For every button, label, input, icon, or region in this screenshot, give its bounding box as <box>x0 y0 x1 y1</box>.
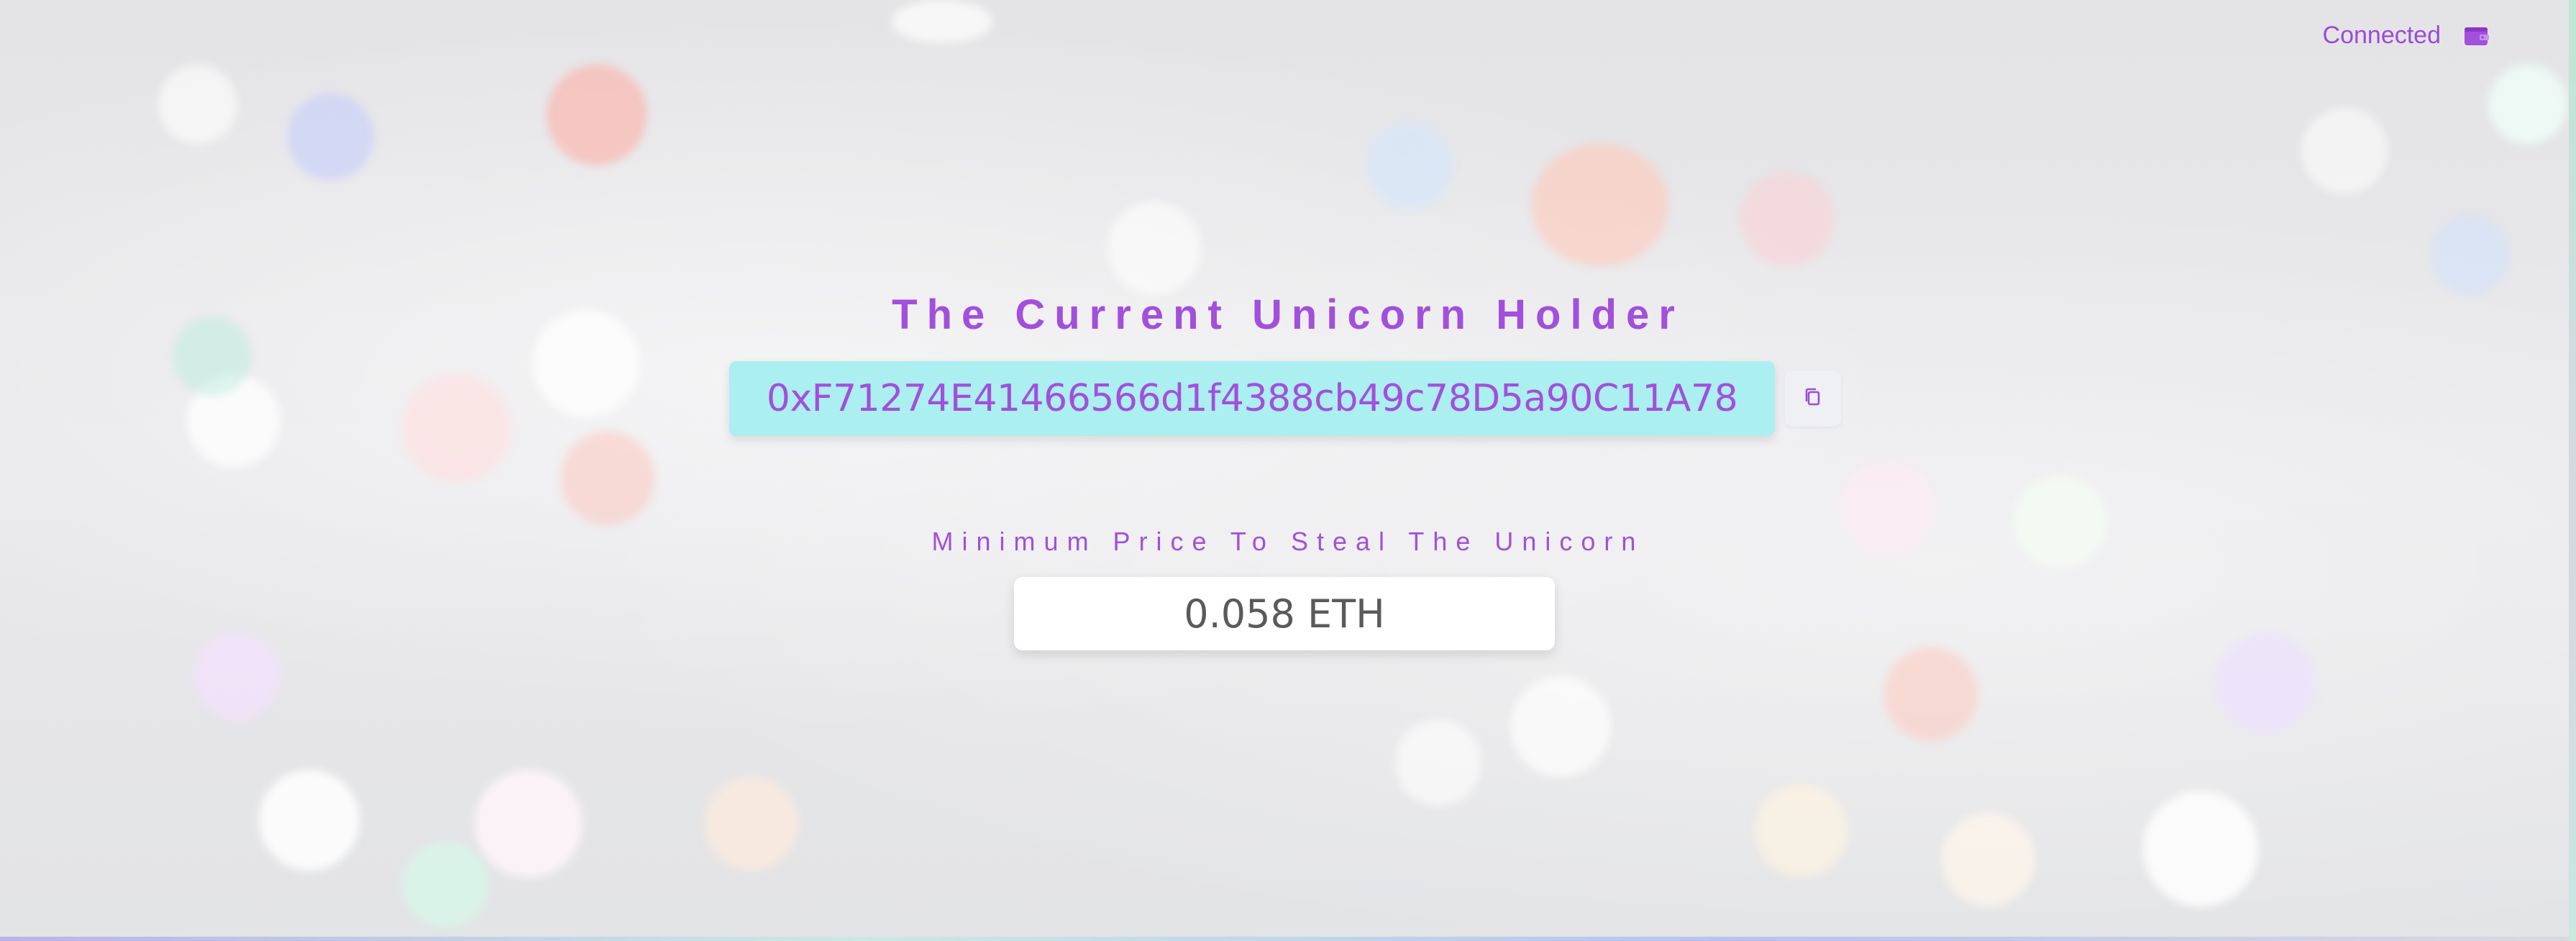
copy-icon <box>1802 386 1824 411</box>
right-edge <box>2569 0 2576 941</box>
min-price-value: 0.058 ETH <box>1014 577 1555 650</box>
bottom-strip <box>0 937 2576 941</box>
min-price-label: Minimum Price To Steal The Unicorn <box>931 527 1645 556</box>
bokeh-background <box>0 0 2576 941</box>
page-title: The Current Unicorn Holder <box>892 291 1684 338</box>
topbar: Connected <box>2323 22 2490 50</box>
wallet-icon[interactable] <box>2464 25 2490 47</box>
holder-address[interactable]: 0xF71274E41466566d1f4388cb49c78D5a90C11A… <box>729 361 1775 436</box>
connection-status[interactable]: Connected <box>2323 22 2441 50</box>
holder-address-row: 0xF71274E41466566d1f4388cb49c78D5a90C11A… <box>729 361 1841 436</box>
copy-address-button[interactable] <box>1785 371 1841 427</box>
